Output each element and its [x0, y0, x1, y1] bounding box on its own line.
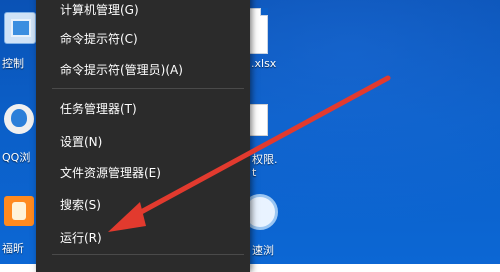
- control-panel-icon[interactable]: [4, 12, 36, 44]
- left-desktop-icons: 控制 QQ浏 福昕: [0, 0, 40, 264]
- menu-item-command-prompt[interactable]: 命令提示符(C): [60, 30, 138, 47]
- desktop-label-foxit[interactable]: 福昕: [2, 240, 24, 256]
- desktop-label-permission[interactable]: 权限.: [252, 151, 278, 167]
- winx-context-menu: 计算机管理(G) 命令提示符(C) 命令提示符(管理员)(A) 任务管理器(T)…: [36, 0, 250, 272]
- menu-separator-bottom: [52, 254, 244, 255]
- menu-item-task-manager[interactable]: 任务管理器(T): [60, 100, 137, 117]
- menu-item-settings[interactable]: 设置(N): [60, 133, 102, 150]
- desktop-label-qq[interactable]: QQ浏: [2, 149, 30, 165]
- menu-separator: [52, 88, 244, 89]
- desktop-label-t[interactable]: t: [252, 166, 256, 179]
- menu-item-command-prompt-admin[interactable]: 命令提示符(管理员)(A): [60, 61, 183, 78]
- desktop-label-speed-browser[interactable]: 速浏: [252, 242, 274, 258]
- foxit-icon[interactable]: [4, 196, 34, 226]
- menu-item-search[interactable]: 搜索(S): [60, 196, 101, 213]
- desktop-label-xlsx[interactable]: .xlsx: [251, 57, 276, 70]
- qq-browser-icon[interactable]: [4, 104, 34, 134]
- menu-item-file-explorer[interactable]: 文件资源管理器(E): [60, 164, 161, 181]
- desktop-label-control[interactable]: 控制: [2, 55, 24, 71]
- menu-item-computer-management[interactable]: 计算机管理(G): [60, 1, 139, 18]
- menu-item-run[interactable]: 运行(R): [60, 229, 102, 246]
